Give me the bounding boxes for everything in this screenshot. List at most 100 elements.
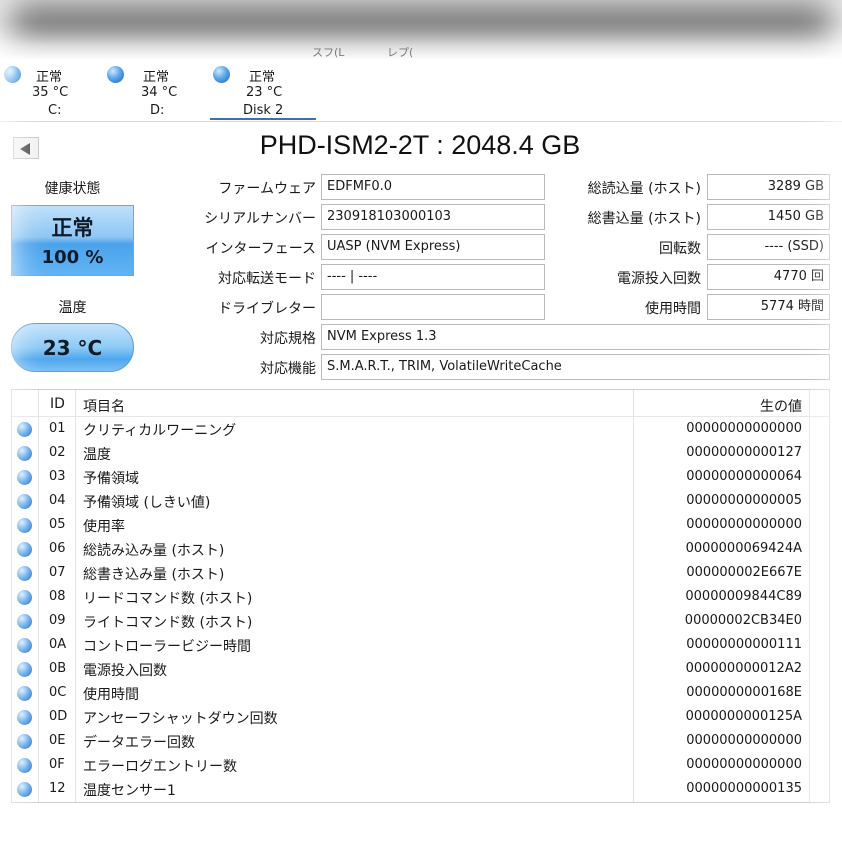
drive-letter-value (321, 294, 545, 320)
table-row[interactable]: 0D アンセーフシャットダウン回数 0000000000125A (12, 705, 829, 729)
menu-item-help[interactable]: レプ( (387, 44, 413, 60)
attribute-id: 0C (49, 685, 67, 700)
disk-letter: D: (150, 103, 165, 118)
table-row[interactable]: 03 予備領域 00000000000064 (12, 465, 829, 489)
host-reads-value: 3289 GB (707, 174, 830, 200)
disk-letter: Disk 2 (243, 103, 284, 118)
temperature-label: 温度 (58, 300, 87, 316)
attribute-id: 04 (49, 493, 66, 508)
table-row[interactable]: 0A コントローラービジー時間 00000000000111 (12, 633, 829, 657)
column-header-raw[interactable]: 生の値 (760, 396, 802, 416)
disk-letter: C: (48, 103, 62, 118)
smart-attributes-table[interactable]: ID 項目名 生の値 01 クリティカルワーニング 00000000000000 02… (11, 389, 830, 803)
rotation-rate-value: ---- (SSD) (707, 234, 830, 260)
table-row[interactable]: 04 予備領域 (しきい値) 00000000000005 (12, 489, 829, 513)
table-row[interactable]: 01 クリティカルワーニング 00000000000000 (12, 417, 829, 441)
status-good-icon (17, 758, 32, 773)
attribute-raw-value: 0000000000168E (686, 685, 802, 700)
interface-value: UASP (NVM Express) (321, 234, 545, 260)
table-row[interactable]: 0F エラーログエントリー数 00000000000000 (12, 753, 829, 777)
drive-letter-label: ドライブレター (218, 301, 316, 317)
table-row[interactable]: 12 温度センサー1 00000000000135 (12, 777, 829, 801)
attribute-raw-value: 00000000000064 (686, 469, 802, 484)
attribute-name: クリティカルワーニング (83, 423, 237, 439)
arrow-left-icon (20, 143, 30, 155)
transfer-mode-label: 対応転送モード (218, 271, 316, 287)
table-row[interactable]: 0E データエラー回数 00000000000000 (12, 729, 829, 753)
column-header-name[interactable]: 項目名 (83, 396, 125, 416)
attribute-name: 使用率 (83, 519, 125, 535)
disk-status: 正常 (249, 70, 276, 85)
temperature-value: 23 °C (42, 336, 103, 360)
temperature-button[interactable]: 23 °C (11, 323, 134, 372)
disk-tab-disk2[interactable]: 正常 23 °C Disk 2 (213, 66, 293, 120)
power-on-hours-value: 5774 時間 (707, 294, 830, 320)
previous-disk-button[interactable] (13, 137, 39, 159)
attribute-name: 総書き込み量 (ホスト) (83, 567, 225, 583)
table-row[interactable]: 08 リードコマンド数 (ホスト) 00000009844C89 (12, 585, 829, 609)
status-good-icon (4, 66, 21, 83)
status-good-icon (17, 662, 32, 677)
attribute-id: 09 (49, 613, 66, 628)
features-value: S.M.A.R.T., TRIM, VolatileWriteCache (321, 354, 830, 380)
status-good-icon (17, 518, 32, 533)
attribute-raw-value: 00000000000000 (686, 517, 802, 532)
health-status-button[interactable]: 正常 100 % (11, 205, 134, 276)
health-label: 健康状態 (44, 181, 101, 197)
disk-temp: 23 °C (246, 85, 283, 100)
status-good-icon (17, 470, 32, 485)
menu-item-function[interactable]: スフ(L (312, 44, 344, 60)
standard-label: 対応規格 (260, 331, 316, 347)
attribute-raw-value: 000000000012A2 (685, 661, 802, 676)
host-writes-value: 1450 GB (707, 204, 830, 230)
attribute-id: 03 (49, 469, 66, 484)
power-on-count-value: 4770 回 (707, 264, 830, 290)
table-row[interactable]: 07 総書き込み量 (ホスト) 000000002E667E (12, 561, 829, 585)
attribute-id: 07 (49, 565, 66, 580)
disk-temp: 35 °C (32, 85, 69, 100)
attribute-name: 予備領域 (しきい値) (83, 495, 211, 511)
health-percent: 100 % (41, 247, 104, 268)
health-status-text: 正常 (51, 216, 94, 240)
status-good-icon (17, 494, 32, 509)
attribute-name: 温度センサー1 (83, 783, 176, 799)
table-row[interactable]: 09 ライトコマンド数 (ホスト) 00000002CB34E0 (12, 609, 829, 633)
drive-title: PHD-ISM2-2T : 2048.4 GB (259, 130, 581, 160)
host-reads-label: 総読込量 (ホスト) (587, 181, 701, 197)
attribute-raw-value: 0000000069424A (685, 541, 802, 556)
attribute-name: 予備領域 (83, 471, 139, 487)
status-good-icon (213, 66, 230, 83)
table-row[interactable]: 02 温度 00000000000127 (12, 441, 829, 465)
features-label: 対応機能 (260, 361, 316, 377)
table-row[interactable]: 06 総読み込み量 (ホスト) 0000000069424A (12, 537, 829, 561)
attribute-raw-value: 000000002E667E (686, 565, 802, 580)
attribute-id: 01 (49, 421, 66, 436)
attribute-id: 0D (49, 709, 68, 724)
attribute-raw-value: 00000000000000 (686, 757, 802, 772)
attribute-raw-value: 0000000000125A (685, 709, 802, 724)
status-good-icon (17, 686, 32, 701)
status-good-icon (17, 710, 32, 725)
disk-tab-d[interactable]: 正常 34 °C D: (107, 66, 187, 120)
status-good-icon (17, 638, 32, 653)
table-row[interactable]: 05 使用率 00000000000000 (12, 513, 829, 537)
disk-tab-c[interactable]: 正常 35 °C C: (4, 66, 84, 120)
status-good-icon (17, 542, 32, 557)
attribute-name: エラーログエントリー数 (83, 759, 237, 775)
column-header-id[interactable]: ID (50, 396, 65, 412)
window-title-bar (0, 0, 842, 62)
table-row[interactable]: 0C 使用時間 0000000000168E (12, 681, 829, 705)
disk-temp: 34 °C (141, 85, 178, 100)
attribute-id: 0F (49, 757, 65, 772)
attribute-id: 0A (49, 637, 67, 652)
attribute-name: コントローラービジー時間 (83, 639, 251, 655)
attribute-raw-value: 00000000000000 (686, 733, 802, 748)
table-row[interactable]: 0B 電源投入回数 000000000012A2 (12, 657, 829, 681)
disk-status: 正常 (143, 70, 170, 85)
attribute-id: 02 (49, 445, 66, 460)
attribute-id: 06 (49, 541, 66, 556)
power-on-count-label: 電源投入回数 (617, 271, 701, 287)
attribute-id: 0E (49, 733, 66, 748)
status-good-icon (17, 422, 32, 437)
attribute-name: アンセーフシャットダウン回数 (83, 711, 278, 727)
